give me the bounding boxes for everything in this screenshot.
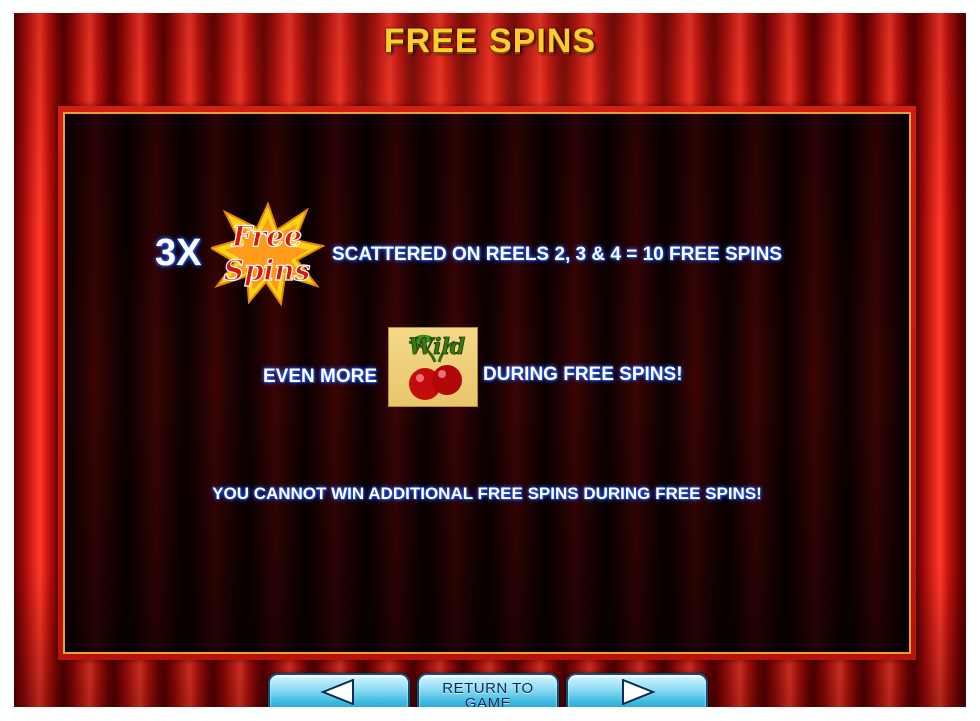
return-to-game-button[interactable]: RETURN TO GAME [417, 673, 559, 707]
scatter-rule-text: SCATTERED ON REELS 2, 3 & 4 = 10 FREE SP… [332, 244, 782, 265]
svg-text:Spins: Spins [224, 254, 311, 287]
rules-panel: 3X Free Spins SCATTERED ON REELS 2, 3 & … [63, 112, 911, 654]
right-arrow-icon [622, 679, 656, 705]
next-page-button[interactable] [566, 673, 708, 707]
return-to-game-label: RETURN TO GAME [442, 680, 534, 707]
previous-page-button[interactable] [268, 673, 410, 707]
no-retrigger-rule-text: YOU CANNOT WIN ADDITIONAL FREE SPINS DUR… [212, 484, 762, 503]
rules-panel-frame: 3X Free Spins SCATTERED ON REELS 2, 3 & … [58, 106, 916, 660]
left-arrow-icon [320, 679, 354, 705]
wild-rule-suffix: DURING FREE SPINS! [483, 364, 683, 385]
svg-text:Wild: Wild [409, 334, 465, 360]
page-title: FREE SPINS [383, 22, 597, 60]
wild-rule-prefix: EVEN MORE [263, 366, 378, 387]
scatter-multiplier: 3X [155, 232, 202, 274]
svg-text:Free: Free [231, 220, 302, 253]
paytable-navigation: RETURN TO GAME [14, 667, 966, 707]
paytable-screen: FREE SPINS 3X Free Spins SCATTERED ON RE… [14, 13, 966, 707]
wild-cherries-symbol-icon: Wild [388, 327, 478, 407]
free-spins-symbol-icon: Free Spins [208, 201, 326, 307]
